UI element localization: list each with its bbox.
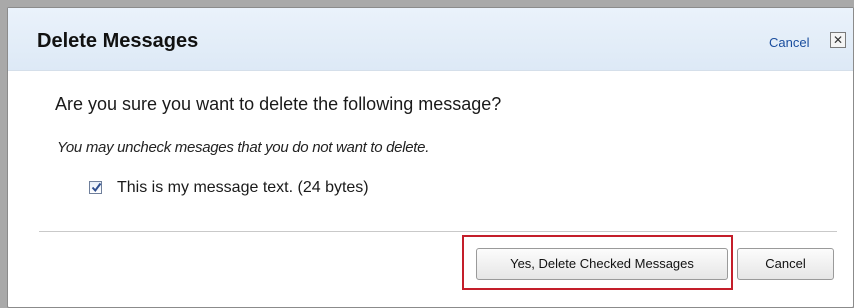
message-label: This is my message text. (24 bytes) (117, 179, 369, 196)
divider (39, 231, 837, 232)
delete-messages-dialog: Delete Messages Cancel ✕ Are you sure yo… (7, 7, 854, 308)
uncheck-hint: You may uncheck mesages that you do not … (57, 139, 430, 156)
cancel-button[interactable]: Cancel (737, 248, 834, 280)
message-checkbox[interactable] (89, 181, 102, 194)
close-icon[interactable]: ✕ (830, 32, 846, 48)
confirmation-question: Are you sure you want to delete the foll… (55, 94, 502, 114)
dialog-title: Delete Messages (37, 30, 199, 52)
delete-checked-button[interactable]: Yes, Delete Checked Messages (476, 248, 728, 280)
dialog-titlebar: Delete Messages Cancel ✕ (8, 8, 853, 71)
checkmark-icon (91, 182, 102, 193)
cancel-link[interactable]: Cancel (769, 35, 809, 50)
